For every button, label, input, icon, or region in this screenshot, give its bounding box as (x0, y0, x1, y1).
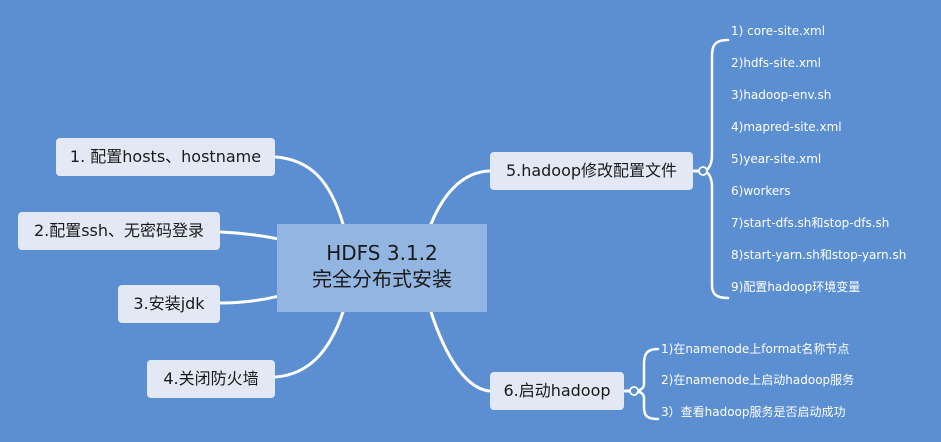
link-node6 (429, 310, 491, 393)
subtopic-mapred-site[interactable]: 4)mapred-site.xml (731, 119, 842, 135)
subtopic-format-namenode[interactable]: 1)在namenode上format名称节点 (661, 341, 849, 357)
link-node1 (274, 155, 345, 226)
bracket-start (633, 347, 660, 421)
topic-install-jdk[interactable]: 3.安装jdk (118, 285, 220, 323)
subtopic-hdfs-site[interactable]: 2)hdfs-site.xml (731, 55, 821, 71)
mindmap-canvas: HDFS 3.1.2 完全分布式安装 1. 配置hosts、hostname 2… (0, 0, 941, 442)
subtopic-hadoop-env[interactable]: 3)hadoop-env.sh (731, 87, 831, 103)
subtopic-core-site[interactable]: 1) core-site.xml (731, 23, 825, 39)
central-topic-subtitle: 完全分布式安装 (312, 267, 452, 291)
subtopic-workers[interactable]: 6)workers (731, 183, 791, 199)
link-node4 (274, 310, 345, 379)
subtopic-year-site[interactable]: 5)year-site.xml (731, 151, 821, 167)
link-node5 (429, 169, 491, 226)
subtopic-start-services[interactable]: 2)在namenode上启动hadoop服务 (661, 372, 854, 388)
topic-hadoop-config[interactable]: 5.hadoop修改配置文件 (490, 152, 693, 190)
subtopic-start-yarn[interactable]: 8)start-yarn.sh和stop-yarn.sh (731, 247, 906, 263)
collapse-dot-config (698, 166, 708, 176)
subtopic-env-vars[interactable]: 9)配置hadoop环境变量 (731, 279, 860, 295)
topic-disable-firewall[interactable]: 4.关闭防火墙 (147, 360, 275, 398)
topic-start-hadoop[interactable]: 6.启动hadoop (490, 372, 624, 410)
collapse-dot-start (629, 386, 639, 396)
subtopic-start-dfs[interactable]: 7)start-dfs.sh和stop-dfs.sh (731, 215, 889, 231)
central-topic[interactable]: HDFS 3.1.2 完全分布式安装 (277, 224, 487, 312)
topic-configure-ssh[interactable]: 2.配置ssh、无密码登录 (18, 212, 220, 250)
subtopic-check-services[interactable]: 3）查看hadoop服务是否启动成功 (661, 404, 846, 420)
topic-configure-hosts[interactable]: 1. 配置hosts、hostname (56, 138, 275, 176)
central-topic-title: HDFS 3.1.2 (326, 241, 438, 265)
